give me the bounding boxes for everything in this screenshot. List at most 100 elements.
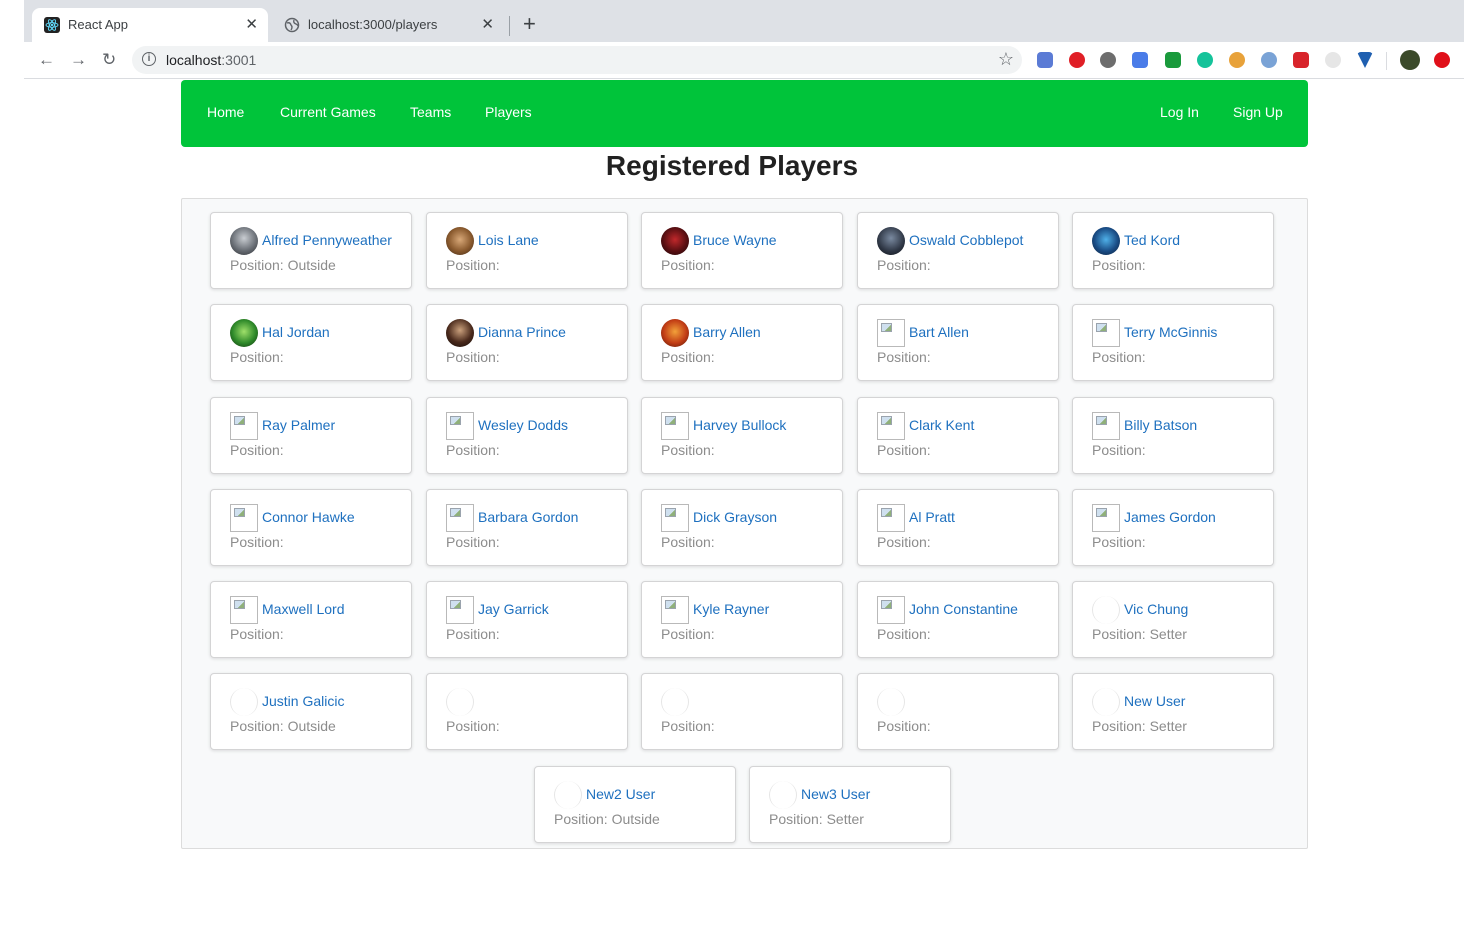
- wordpress-extension-icon[interactable]: [1100, 52, 1116, 68]
- nav-home-link[interactable]: Home: [207, 104, 244, 120]
- puzzle-extension-icon[interactable]: [1293, 52, 1309, 68]
- player-avatar: [769, 781, 797, 809]
- position-label: Position:: [661, 257, 715, 273]
- player-avatar: [230, 504, 258, 532]
- player-name-link[interactable]: Maxwell Lord: [262, 601, 344, 617]
- player-name-link[interactable]: Dianna Prince: [478, 324, 566, 340]
- player-name-link[interactable]: New User: [1124, 693, 1185, 709]
- position-label: Position:: [1092, 442, 1146, 458]
- player-name-link[interactable]: Barbara Gordon: [478, 509, 578, 525]
- player-name-link[interactable]: Barry Allen: [693, 324, 761, 340]
- player-avatar: [661, 227, 689, 255]
- player-position: Position: Outside: [230, 257, 336, 273]
- player-card: Jay Garrick Position:: [426, 581, 628, 658]
- player-name-link[interactable]: Jay Garrick: [478, 601, 549, 617]
- player-name-link[interactable]: Bart Allen: [909, 324, 969, 340]
- reload-icon[interactable]: ↻: [102, 50, 116, 70]
- position-label: Position:: [446, 349, 500, 365]
- player-name-link[interactable]: Al Pratt: [909, 509, 955, 525]
- profile-avatar[interactable]: [1400, 50, 1420, 70]
- player-name-link[interactable]: John Constantine: [909, 601, 1018, 617]
- vue-extension-icon[interactable]: [1357, 52, 1373, 68]
- player-avatar: [1092, 688, 1120, 716]
- player-name-link[interactable]: Clark Kent: [909, 417, 974, 433]
- browser-tab-players[interactable]: localhost:3000/players ✕: [272, 8, 504, 42]
- position-label: Position:: [1092, 349, 1146, 365]
- browser-tab-react-app[interactable]: React App ✕: [32, 8, 268, 42]
- nav-sign-up-link[interactable]: Sign Up: [1233, 104, 1283, 120]
- back-icon[interactable]: ←: [38, 50, 55, 70]
- player-position: Position:: [661, 626, 715, 642]
- compass-extension-icon[interactable]: [1261, 52, 1277, 68]
- player-position: Position:: [1092, 442, 1146, 458]
- player-avatar: [1092, 319, 1120, 347]
- screenshot-extension-icon[interactable]: [1037, 52, 1053, 68]
- adblock-extension-icon[interactable]: [1069, 52, 1085, 68]
- info-icon[interactable]: i: [142, 52, 156, 66]
- player-name-link[interactable]: Kyle Rayner: [693, 601, 769, 617]
- close-icon[interactable]: ✕: [245, 15, 258, 33]
- player-position: Position:: [446, 257, 500, 273]
- player-name-link[interactable]: Connor Hawke: [262, 509, 355, 525]
- player-avatar: [230, 227, 258, 255]
- address-bar[interactable]: i localhost:3001 ☆: [132, 46, 1022, 74]
- position-value: Setter: [1149, 718, 1187, 734]
- player-name-link[interactable]: Wesley Dodds: [478, 417, 568, 433]
- grammarly-extension-icon[interactable]: [1197, 52, 1213, 68]
- nav-current-games-link[interactable]: Current Games: [280, 104, 376, 120]
- player-name-link[interactable]: Hal Jordan: [262, 324, 330, 340]
- player-name-link[interactable]: Terry McGinnis: [1124, 324, 1217, 340]
- position-label: Position:: [877, 626, 931, 642]
- player-position: Position:: [230, 534, 284, 550]
- player-name-link[interactable]: Billy Batson: [1124, 417, 1197, 433]
- player-position: Position:: [446, 534, 500, 550]
- globe-icon: [284, 17, 300, 33]
- nav-teams-link[interactable]: Teams: [410, 104, 451, 120]
- position-label: Position:: [877, 534, 931, 550]
- forward-icon[interactable]: →: [70, 50, 87, 70]
- player-avatar: [446, 319, 474, 347]
- cookie-extension-icon[interactable]: [1229, 52, 1245, 68]
- new-tab-icon[interactable]: +: [523, 11, 536, 37]
- player-name-link[interactable]: Oswald Cobblepot: [909, 232, 1023, 248]
- player-card: Oswald Cobblepot Position:: [857, 212, 1059, 289]
- player-name-link[interactable]: Ted Kord: [1124, 232, 1180, 248]
- player-name-link[interactable]: Vic Chung: [1124, 601, 1188, 617]
- checkmark-extension-icon[interactable]: [1165, 52, 1181, 68]
- nav-players-link[interactable]: Players: [485, 104, 532, 120]
- player-position: Position:: [230, 349, 284, 365]
- player-avatar: [877, 412, 905, 440]
- player-name-link[interactable]: Ray Palmer: [262, 417, 335, 433]
- translate-extension-icon[interactable]: [1132, 52, 1148, 68]
- player-name-link[interactable]: Lois Lane: [478, 232, 539, 248]
- position-label: Position:: [1092, 257, 1146, 273]
- position-value: Outside: [287, 718, 336, 734]
- player-name-link[interactable]: Justin Galicic: [262, 693, 344, 709]
- position-label: Position:: [446, 442, 500, 458]
- player-position: Position:: [661, 257, 715, 273]
- player-name-link[interactable]: James Gordon: [1124, 509, 1216, 525]
- player-position: Position:: [661, 718, 715, 734]
- gray-extension-icon[interactable]: [1325, 52, 1341, 68]
- update-icon[interactable]: [1434, 52, 1450, 68]
- player-position: Position:: [661, 349, 715, 365]
- position-value: Setter: [1149, 626, 1187, 642]
- player-name-link[interactable]: New3 User: [801, 786, 870, 802]
- player-name-link[interactable]: Dick Grayson: [693, 509, 777, 525]
- player-card: Ray Palmer Position:: [210, 397, 412, 474]
- player-position: Position: Setter: [1092, 626, 1187, 642]
- player-card: John Constantine Position:: [857, 581, 1059, 658]
- player-name-link[interactable]: Alfred Pennyweather: [262, 232, 392, 248]
- player-name-link[interactable]: New2 User: [586, 786, 655, 802]
- bookmark-star-icon[interactable]: ☆: [998, 49, 1014, 70]
- player-position: Position:: [877, 349, 931, 365]
- url-host: localhost: [166, 52, 222, 68]
- nav-log-in-link[interactable]: Log In: [1160, 104, 1199, 120]
- player-position: Position: Outside: [554, 811, 660, 827]
- player-name-link[interactable]: Harvey Bullock: [693, 417, 786, 433]
- player-name-link[interactable]: Bruce Wayne: [693, 232, 777, 248]
- player-card: Al Pratt Position:: [857, 489, 1059, 566]
- close-icon[interactable]: ✕: [481, 15, 494, 33]
- player-position: Position:: [1092, 349, 1146, 365]
- position-label: Position:: [1092, 534, 1146, 550]
